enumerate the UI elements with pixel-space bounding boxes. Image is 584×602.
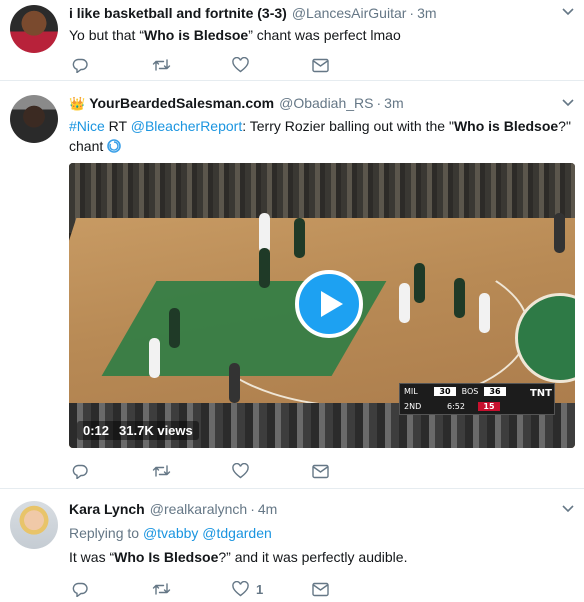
reply-button[interactable] bbox=[72, 56, 152, 74]
tweet-text-part: ” chant was perfect lmao bbox=[248, 27, 401, 43]
avatar[interactable] bbox=[10, 5, 58, 53]
tweet-text-part: ?” and it was perfectly audible. bbox=[218, 549, 408, 565]
timestamp[interactable]: 3m bbox=[384, 94, 403, 112]
player bbox=[259, 213, 270, 253]
tweet[interactable]: 👑 YourBeardedSalesman.com @Obadiah_RS · … bbox=[0, 81, 584, 489]
like-icon bbox=[232, 463, 249, 479]
play-button[interactable] bbox=[295, 270, 363, 338]
tweet-header: Kara Lynch @realkaralynch · 4m bbox=[69, 500, 574, 518]
retweet-icon bbox=[152, 59, 171, 71]
tweet-text-part: Yo but that “ bbox=[69, 27, 144, 43]
tweet-header: i like basketball and fortnite (3-3) @La… bbox=[69, 4, 574, 22]
dm-button[interactable] bbox=[312, 580, 392, 598]
tweet-text-part: RT bbox=[104, 118, 131, 134]
tweet-actions bbox=[72, 462, 432, 480]
like-count: 1 bbox=[256, 581, 264, 597]
player bbox=[294, 218, 305, 258]
tweet-text: It was “Who Is Bledsoe?” and it was perf… bbox=[69, 547, 574, 567]
retweet-icon bbox=[152, 583, 171, 595]
player bbox=[169, 308, 180, 348]
retweet-button[interactable] bbox=[152, 56, 232, 74]
retweet-button[interactable] bbox=[152, 462, 232, 480]
reply-icon bbox=[72, 582, 88, 597]
retweet-button[interactable] bbox=[152, 580, 232, 598]
like-icon bbox=[232, 581, 249, 597]
avatar[interactable] bbox=[10, 95, 58, 143]
tweet[interactable]: Kara Lynch @realkaralynch · 4m Replying … bbox=[0, 489, 584, 602]
tweet-text: Yo but that “Who is Bledsoe” chant was p… bbox=[69, 25, 574, 45]
timestamp[interactable]: 4m bbox=[258, 500, 277, 518]
reply-icon bbox=[72, 464, 88, 479]
reply-button[interactable] bbox=[72, 580, 152, 598]
like-button[interactable] bbox=[232, 56, 312, 74]
like-button[interactable] bbox=[232, 462, 312, 480]
video-views: 31.7K views bbox=[119, 423, 193, 438]
replying-to: Replying to @tvabby @tdgarden bbox=[69, 524, 574, 542]
team2-score: 36 bbox=[484, 387, 506, 396]
separator-dot: · bbox=[376, 95, 382, 111]
tweet-header: 👑 YourBeardedSalesman.com @Obadiah_RS · … bbox=[69, 94, 574, 113]
player bbox=[399, 283, 410, 323]
reply-icon bbox=[72, 58, 88, 73]
quarter: 2ND bbox=[404, 402, 422, 411]
user-handle[interactable]: @Obadiah_RS bbox=[279, 94, 373, 112]
tweet-text-bold: Who is Bledsoe bbox=[143, 27, 249, 43]
scorebug: MIL 30 BOS 36 2ND 6:52 15 TNT bbox=[399, 383, 555, 415]
shot-clock: 15 bbox=[478, 402, 500, 411]
tweet[interactable]: i like basketball and fortnite (3-3) @La… bbox=[0, 0, 584, 81]
dm-button[interactable] bbox=[312, 462, 392, 480]
player bbox=[454, 278, 465, 318]
tweet-text-bold: Who Is Bledsoe bbox=[114, 549, 219, 565]
game-clock: 6:52 bbox=[447, 402, 465, 411]
player bbox=[414, 263, 425, 303]
mention-link[interactable]: @BleacherReport bbox=[131, 118, 243, 134]
reply-button[interactable] bbox=[72, 462, 152, 480]
separator-dot: · bbox=[250, 501, 255, 517]
tweet-text-bold: Who is Bledsoe bbox=[453, 118, 559, 134]
mention-link[interactable]: @tvabby bbox=[143, 525, 198, 541]
avatar[interactable] bbox=[10, 501, 58, 549]
player bbox=[479, 293, 490, 333]
tweet-actions bbox=[72, 56, 432, 74]
dm-icon bbox=[312, 58, 329, 72]
retweet-icon bbox=[152, 465, 171, 477]
separator-dot: · bbox=[409, 5, 415, 21]
tweet-text: #Nice RT @BleacherReport: Terry Rozier b… bbox=[69, 116, 574, 156]
referee bbox=[229, 363, 240, 403]
display-name[interactable]: i like basketball and fortnite (3-3) bbox=[69, 4, 287, 22]
mention-link[interactable]: @tdgarden bbox=[202, 525, 271, 541]
tweet-text-part: : Terry Rozier balling out with the " bbox=[242, 118, 454, 134]
team1-name: MIL bbox=[404, 387, 418, 396]
dm-icon bbox=[312, 582, 329, 596]
play-icon bbox=[321, 291, 343, 317]
team1-score: 30 bbox=[434, 387, 456, 396]
video-stats: 0:12 31.7K views bbox=[77, 421, 199, 440]
network-logo: TNT bbox=[529, 388, 552, 399]
replying-label: Replying to bbox=[69, 525, 143, 541]
cyclone-icon bbox=[107, 139, 121, 153]
player bbox=[149, 338, 160, 378]
timestamp[interactable]: 3m bbox=[417, 4, 436, 22]
crown-icon: 👑 bbox=[69, 96, 86, 111]
like-button[interactable]: 1 bbox=[232, 580, 312, 598]
tweet-actions: 1 bbox=[72, 580, 432, 598]
user-handle[interactable]: @realkaralynch bbox=[150, 500, 247, 518]
player bbox=[259, 248, 270, 288]
display-name[interactable]: Kara Lynch bbox=[69, 500, 145, 518]
referee bbox=[554, 213, 565, 253]
team2-name: BOS bbox=[461, 387, 479, 396]
video-duration: 0:12 bbox=[83, 423, 110, 438]
tweet-text-part: It was “ bbox=[69, 549, 115, 565]
user-handle[interactable]: @LancesAirGuitar bbox=[292, 4, 407, 22]
display-name[interactable]: YourBeardedSalesman.com bbox=[89, 94, 274, 112]
dm-button[interactable] bbox=[312, 56, 392, 74]
video-player[interactable]: MIL 30 BOS 36 2ND 6:52 15 TNT 0:12 31.7K … bbox=[69, 163, 575, 448]
dm-icon bbox=[312, 464, 329, 478]
hashtag-link[interactable]: #Nice bbox=[69, 118, 105, 134]
like-icon bbox=[232, 57, 249, 73]
